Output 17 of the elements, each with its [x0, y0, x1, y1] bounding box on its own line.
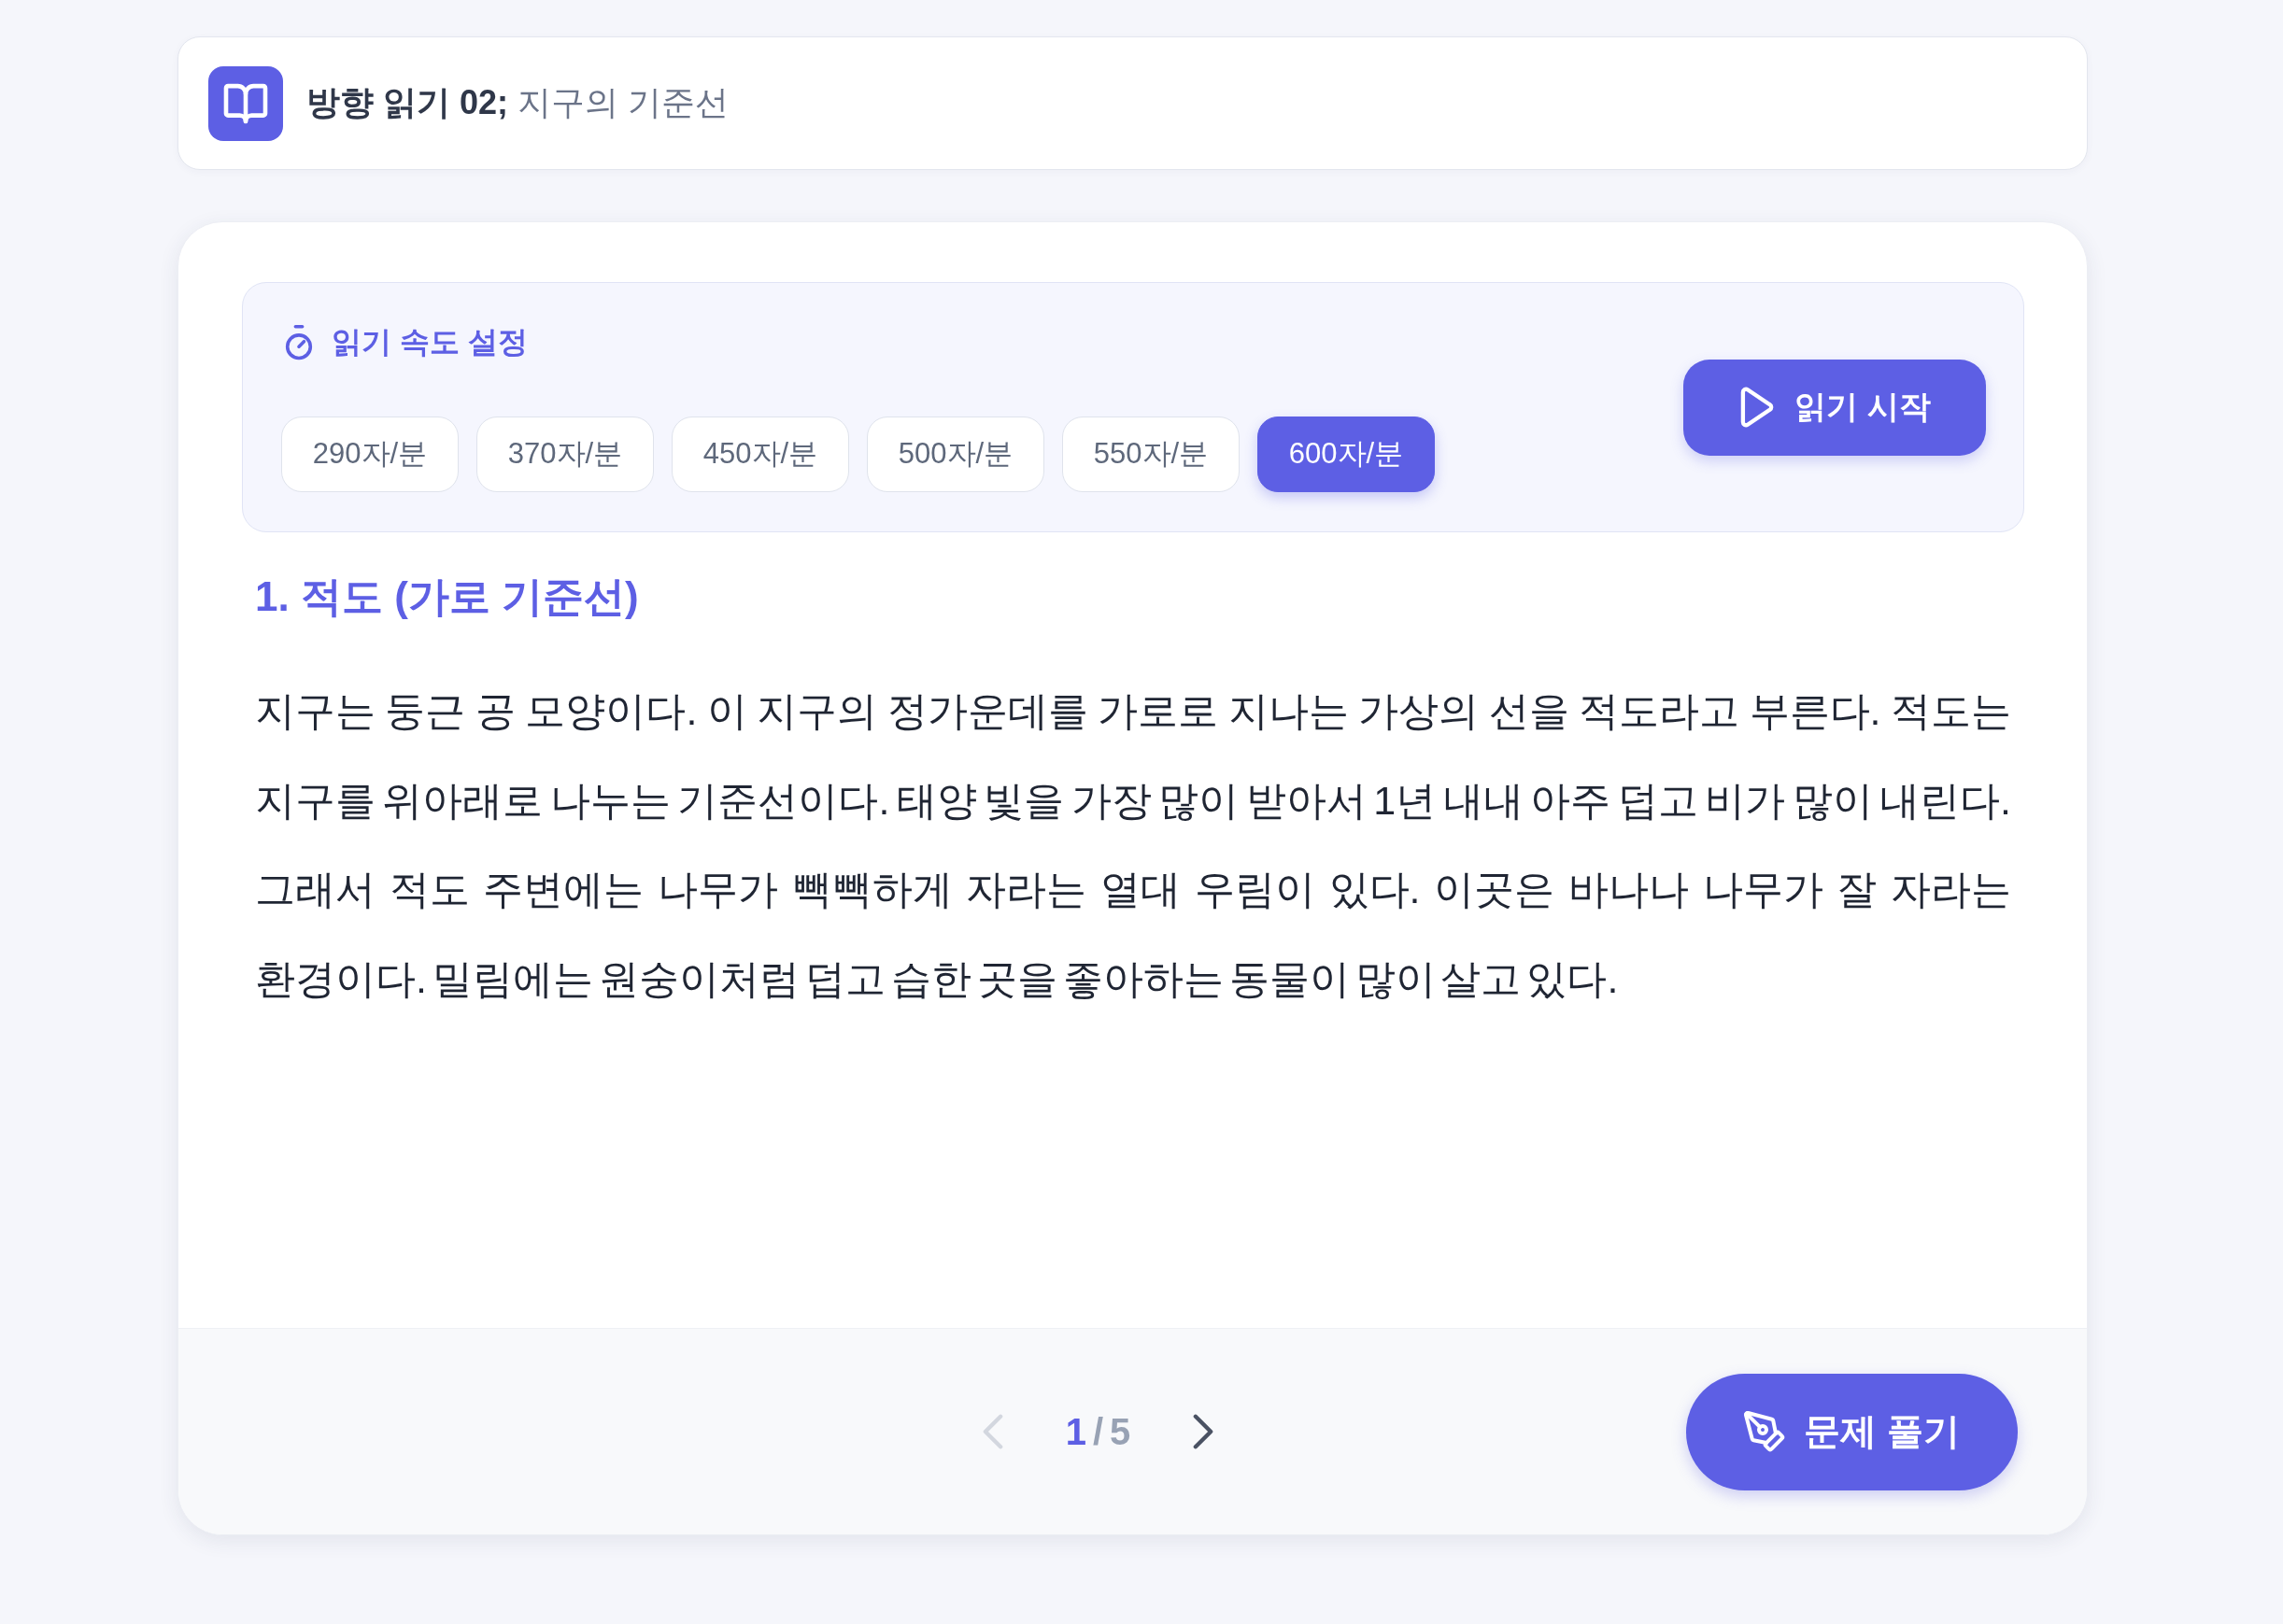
speed-option[interactable]: 600자/분: [1257, 416, 1435, 492]
speed-option[interactable]: 450자/분: [672, 416, 849, 492]
speed-option[interactable]: 550자/분: [1062, 416, 1240, 492]
page-indicator: 1 / 5: [1065, 1410, 1131, 1453]
book-icon: [208, 65, 283, 141]
speed-option[interactable]: 500자/분: [867, 416, 1044, 492]
speed-option[interactable]: 290자/분: [281, 416, 459, 492]
speed-option[interactable]: 370자/분: [476, 416, 654, 492]
start-reading-button[interactable]: 읽기 시작: [1683, 359, 1986, 456]
page-title: 방향 읽기 02; 지구의 기준선: [306, 82, 730, 123]
chevron-right-icon: [1193, 1414, 1214, 1449]
solve-questions-button[interactable]: 문제 풀기: [1686, 1373, 2018, 1490]
reading-passage: 지구는 둥근 공 모양이다. 이 지구의 정가운데를 가로로 지나는 가상의 선을 적도라고 부른다. 적도는 지구를 위아래로 나누는 기준선이다. 태양 빛을 가장 많이 받아서 1년 내내 아주 덥고 비가 많이 내린다. 그래서 적도 주변에는 나무가 빽빽하게 자라는 열대 우림이 있다. 이곳은 바나나 나무가 잘 자라는 환경이다. 밀림에는 원숭이처럼 덥고 습한 곳을 좋아하는 동물이 많이 살고 있다.: [255, 687, 2011, 1003]
chevron-left-icon: [982, 1414, 1003, 1449]
speed-settings-title: 읽기 속도 설정: [332, 323, 528, 360]
pen-nib-icon: [1744, 1411, 1786, 1452]
section-heading: 1. 적도 (가로 기준선): [255, 572, 640, 621]
